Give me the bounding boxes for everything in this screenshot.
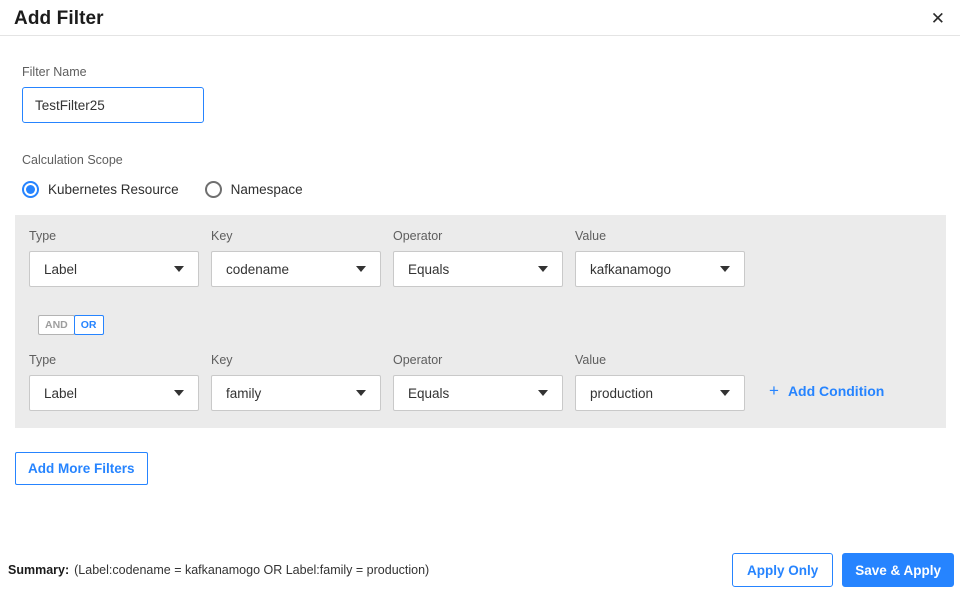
- value-field-group: Value production: [575, 353, 745, 411]
- value-select[interactable]: kafkanamogo: [575, 251, 745, 287]
- key-field-group: Key family: [211, 353, 381, 411]
- value-column-label: Value: [575, 229, 607, 243]
- chevron-down-icon: [174, 266, 184, 272]
- radio-selected-icon: [22, 181, 39, 198]
- chevron-down-icon: [174, 390, 184, 396]
- chevron-down-icon: [356, 390, 366, 396]
- type-select-value: Label: [44, 261, 78, 277]
- operator-select[interactable]: Equals: [393, 375, 563, 411]
- chevron-down-icon: [538, 266, 548, 272]
- radio-label: Kubernetes Resource: [48, 182, 179, 197]
- type-column-label: Type: [29, 353, 57, 367]
- and-toggle-button[interactable]: AND: [38, 315, 75, 335]
- type-select[interactable]: Label: [29, 375, 199, 411]
- key-select-value: family: [226, 385, 262, 401]
- chevron-down-icon: [720, 390, 730, 396]
- operator-select-value: Equals: [408, 261, 450, 277]
- key-select[interactable]: family: [211, 375, 381, 411]
- save-apply-button[interactable]: Save & Apply: [842, 553, 954, 587]
- or-toggle-button[interactable]: OR: [73, 315, 104, 335]
- apply-only-button[interactable]: Apply Only: [731, 553, 834, 587]
- value-select[interactable]: production: [575, 375, 745, 411]
- operator-field-group: Operator Equals: [393, 353, 563, 411]
- operator-column-label: Operator: [393, 229, 443, 243]
- summary-label: Summary:: [8, 563, 70, 577]
- key-select-value: codename: [226, 261, 290, 277]
- key-column-label: Key: [211, 229, 233, 243]
- footer-buttons: Apply Only Save & Apply: [731, 553, 954, 587]
- operator-select[interactable]: Equals: [393, 251, 563, 287]
- page-title: Add Filter: [14, 8, 104, 29]
- operator-column-label: Operator: [393, 353, 443, 367]
- add-condition-label: Add Condition: [787, 383, 885, 399]
- key-field-group: Key codename: [211, 229, 381, 287]
- dialog-header: Add Filter ✕: [0, 0, 960, 36]
- summary-text: (Label:codename = kafkanamogo OR Label:f…: [74, 563, 430, 577]
- condition-row-2: Type Label Key family Operator Equals Va…: [29, 353, 946, 411]
- operator-field-group: Operator Equals: [393, 229, 563, 287]
- type-column-label: Type: [29, 229, 57, 243]
- dialog-footer: Summary: (Label:codename = kafkanamogo OR…: [8, 553, 954, 587]
- type-field-group: Type Label: [29, 229, 199, 287]
- logic-operator-toggle: AND OR: [38, 315, 946, 335]
- close-icon[interactable]: ✕: [928, 7, 948, 30]
- calculation-scope-section: Calculation Scope Kubernetes Resource Na…: [22, 153, 960, 198]
- type-field-group: Type Label: [29, 353, 199, 411]
- plus-icon: +: [769, 381, 779, 400]
- type-select-value: Label: [44, 385, 78, 401]
- add-more-filters-button[interactable]: Add More Filters: [15, 452, 148, 485]
- operator-select-value: Equals: [408, 385, 450, 401]
- radio-unselected-icon: [204, 181, 222, 198]
- add-condition-button[interactable]: + Add Condition: [769, 381, 884, 401]
- radio-label: Namespace: [230, 182, 303, 197]
- summary: Summary: (Label:codename = kafkanamogo OR…: [8, 563, 429, 577]
- calculation-scope-options: Kubernetes Resource Namespace: [22, 181, 960, 198]
- condition-row-1: Type Label Key codename Operator Equals …: [29, 229, 946, 287]
- chevron-down-icon: [538, 390, 548, 396]
- value-column-label: Value: [575, 353, 607, 367]
- filter-name-section: Filter Name: [22, 65, 960, 123]
- filter-name-input[interactable]: [22, 87, 204, 123]
- radio-namespace[interactable]: Namespace: [204, 181, 303, 198]
- key-select[interactable]: codename: [211, 251, 381, 287]
- value-field-group: Value kafkanamogo: [575, 229, 745, 287]
- radio-kubernetes-resource[interactable]: Kubernetes Resource: [22, 181, 179, 198]
- filter-name-label: Filter Name: [22, 65, 87, 79]
- chevron-down-icon: [720, 266, 730, 272]
- type-select[interactable]: Label: [29, 251, 199, 287]
- value-select-value: production: [590, 385, 654, 401]
- chevron-down-icon: [356, 266, 366, 272]
- value-select-value: kafkanamogo: [590, 261, 672, 277]
- key-column-label: Key: [211, 353, 233, 367]
- conditions-panel: Type Label Key codename Operator Equals …: [15, 215, 946, 428]
- calculation-scope-label: Calculation Scope: [22, 153, 123, 167]
